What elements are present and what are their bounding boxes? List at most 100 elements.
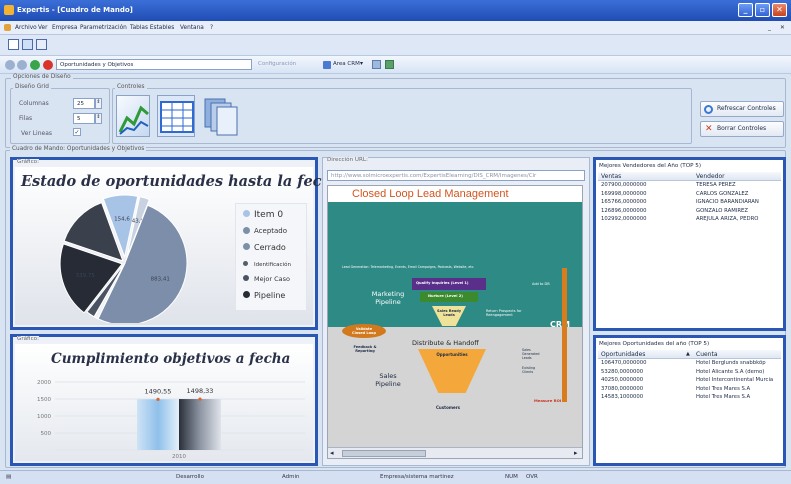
columns-stepper[interactable]: ⇕ (95, 98, 102, 109)
table-row[interactable]: 106470,0000000 Hotel Berglunds snabbköp (598, 359, 781, 368)
area-icon (323, 61, 331, 69)
pie-chart: 154,6 43,9883,41339,75245,0 (59, 194, 188, 323)
url-panel-label: Dirección URL: (327, 157, 368, 163)
opps-title: Mejores Oportunidades del año (TOP 5) (599, 341, 710, 347)
design-options-label: Opciones de Diseño (11, 74, 73, 80)
status-grip-icon: ▤ (6, 474, 12, 480)
document-control-icon[interactable] (201, 95, 239, 137)
menu-icon (4, 24, 11, 31)
pie-chart-panel[interactable]: Gráfico: Estado de oportunidades hasta l… (10, 157, 342, 330)
menu-parametrizacion[interactable]: Parametrización (80, 25, 127, 31)
status-database: Desarrollo (176, 474, 204, 480)
table-row[interactable]: 207900,0000000 TERESA PEREZ (598, 181, 781, 190)
close-button[interactable]: ✕ (772, 3, 787, 17)
chevron-down-icon[interactable]: ▾ (360, 60, 363, 67)
refresh-controls-button[interactable]: Refrescar Controles (700, 101, 784, 117)
minimize-button[interactable]: _ (738, 3, 753, 17)
bar (179, 399, 221, 450)
clm-sales-pipeline: Sales Pipeline (375, 372, 401, 388)
dashboard-combo[interactable]: Oportunidades y Objetivos (56, 59, 252, 70)
y-tick-label: 500 (41, 431, 52, 437)
web-view: Closed Loop Lead Management Lead Generat… (327, 185, 583, 459)
menu-empresa[interactable]: Empresa (52, 25, 77, 31)
opps-header: Oportunidades ▲ Cuenta (598, 350, 781, 359)
mdi-minimize-icon[interactable]: _ (768, 25, 771, 31)
table-row[interactable]: 169998,0000000 CARLOS GONZALEZ (598, 190, 781, 199)
menu-ver[interactable]: Ver (38, 25, 47, 31)
status-company: Empresa/sistema martinez (380, 474, 454, 480)
chart-control-icon[interactable] (116, 95, 150, 137)
title-bar: Expertis - [Cuadro de Mando] _ ▫ ✕ (0, 0, 791, 21)
columns-input[interactable]: 25 (73, 98, 95, 109)
maximize-button[interactable]: ▫ (755, 3, 770, 17)
clm-measure-roi: Measure ROI (534, 398, 562, 403)
lines-checkbox[interactable]: ✓ (73, 128, 81, 136)
layout-toolbar (0, 35, 791, 55)
menu-help[interactable]: ? (210, 25, 213, 31)
menu-archivo[interactable]: Archivo (15, 25, 37, 31)
bar-chart-panel[interactable]: Gráfico: Cumplimiento objetivos a fecha … (10, 334, 318, 466)
table-row[interactable]: 37080,0000000 Hotel Tres Mares S.A (598, 385, 781, 394)
table-row[interactable]: 165766,0000000 IGNACIO BARANDIARAN (598, 198, 781, 207)
layout-cascade-icon[interactable] (36, 39, 47, 50)
bar-chart: 2000 1500 1000 500 1490,55 1498,33 2010 (37, 380, 305, 460)
table-row[interactable]: 126896,0000000 GONZALO RAMIREZ (598, 207, 781, 216)
table-row[interactable]: 40250,0000000 Hotel Intercontinental Murc… (598, 376, 781, 385)
url-panel[interactable]: Dirección URL: http://www.solmicroexpert… (322, 157, 590, 466)
grid-control-icon[interactable] (157, 95, 195, 137)
grid-design: Diseño Grid Columnas 25 ⇕ Filas 5 ⇕ Ver … (10, 84, 110, 144)
scroll-right-icon[interactable]: ▸ (574, 449, 578, 457)
nav-toolbar: Oportunidades y Objetivos Configuración … (0, 55, 791, 74)
clm-crm-arrow (562, 268, 567, 402)
clm-add-db: Add to DB (532, 282, 550, 286)
cancel-icon[interactable] (43, 60, 53, 70)
clm-sales-generated: Sales Generated Leads (522, 348, 540, 360)
opps-col-cuenta[interactable]: Cuenta (696, 351, 718, 358)
table-row[interactable]: 14583,1000000 Hotel Tres Mares S.A (598, 393, 781, 402)
bar-marker (156, 397, 160, 401)
layout-tile-icon[interactable] (22, 39, 33, 50)
grid-icon[interactable] (372, 60, 381, 69)
table-row[interactable]: 102992,0000000 AREJULA ARIZA, PEDRO (598, 215, 781, 224)
delete-controls-button[interactable]: ✕ Borrar Controles (700, 121, 784, 137)
status-num: NUM (505, 474, 518, 480)
sellers-col-ventas[interactable]: Ventas (601, 173, 621, 180)
horizontal-scrollbar[interactable]: ◂ ▸ (328, 447, 582, 458)
mdi-close-icon[interactable]: ✕ (780, 25, 785, 31)
ok-icon[interactable] (30, 60, 40, 70)
delete-controls-label: Borrar Controles (717, 125, 767, 132)
menu-ventana[interactable]: Ventana (180, 25, 204, 31)
grid-design-label: Diseño Grid (13, 84, 51, 90)
rows-input[interactable]: 5 (73, 113, 95, 124)
sellers-panel[interactable]: Mejores Vendedores del Año (TOP 5) Venta… (593, 157, 786, 331)
back-icon[interactable] (5, 60, 15, 70)
sellers-title: Mejores Vendedores del Año (TOP 5) (599, 163, 702, 169)
sellers-col-vendedor[interactable]: Vendedor (696, 173, 725, 180)
scroll-left-icon[interactable]: ◂ (330, 449, 334, 457)
clm-distribute: Distribute & Handoff (412, 339, 479, 347)
bar-chart-area: Cumplimiento objetivos a fecha 2000 1500 1… (15, 344, 313, 461)
area-select[interactable]: Area CRM (333, 61, 360, 67)
refresh-icon (704, 105, 713, 114)
dashboard-label: Cuadro de Mando: Oportunidades y Objetiv… (10, 146, 147, 152)
table-row[interactable]: 53280,0000000 Hotel Alicante S.A (demo) (598, 368, 781, 377)
url-input[interactable]: http://www.solmicroexpertis.com/Expertis… (327, 170, 585, 181)
status-user: Admin (282, 474, 300, 480)
scroll-thumb[interactable] (342, 450, 426, 457)
layout-grid-icon[interactable] (8, 39, 19, 50)
opps-col-oportunidades[interactable]: Oportunidades (601, 351, 645, 358)
clm-feedback: Feedback & Reporting (353, 345, 377, 353)
forward-icon[interactable] (17, 60, 27, 70)
delete-icon: ✕ (705, 124, 713, 134)
opportunities-panel[interactable]: Mejores Oportunidades del año (TOP 5) Op… (593, 335, 786, 466)
legend-item-cerrado: Cerrado (254, 243, 286, 252)
rows-label: Filas (19, 115, 33, 122)
bar-value-label: 1498,33 (187, 387, 214, 395)
menu-tablas-estables[interactable]: Tablas Estables (130, 25, 174, 31)
legend-item-0: Item 0 (254, 210, 284, 220)
clm-nurture: Nurture (Level 2) (420, 292, 478, 302)
legend-item-pipeline: Pipeline (254, 291, 286, 300)
config-button[interactable]: Configuración (258, 61, 296, 67)
chart-icon[interactable] (385, 60, 394, 69)
rows-stepper[interactable]: ⇕ (95, 113, 102, 124)
